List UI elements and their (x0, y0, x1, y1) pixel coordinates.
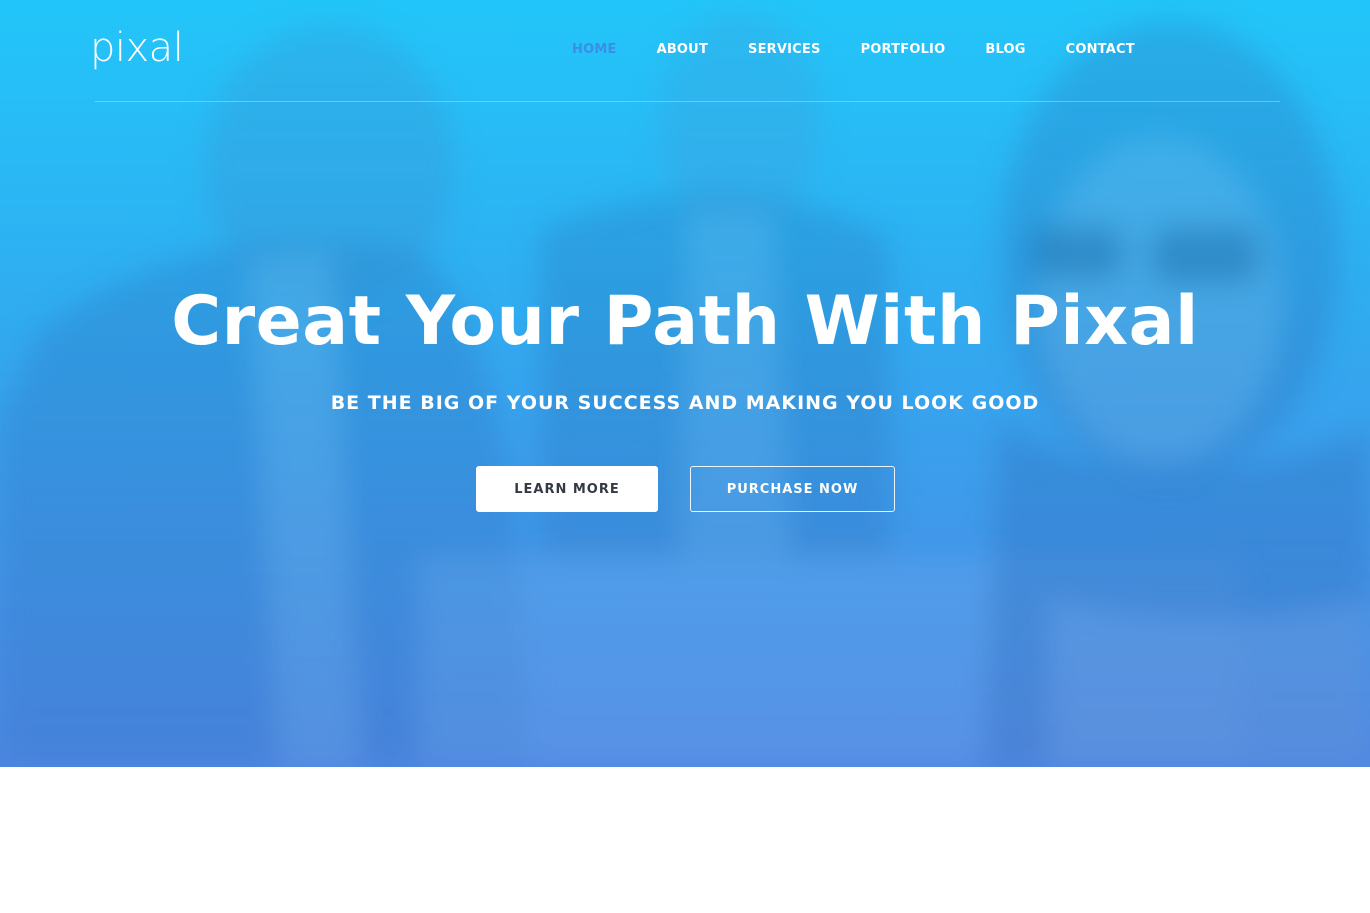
header-divider (95, 101, 1280, 102)
nav-item-contact: CONTACT (1046, 40, 1155, 60)
hero-title: Creat Your Path With Pixal (171, 282, 1199, 361)
nav-list: HOME ABOUT SERVICES PORTFOLIO BLOG CONTA… (552, 40, 1155, 60)
nav-item-services: SERVICES (728, 40, 841, 60)
nav-link-about[interactable]: ABOUT (637, 40, 728, 60)
nav-link-contact[interactable]: CONTACT (1046, 40, 1155, 60)
purchase-now-button[interactable]: PURCHASE NOW (690, 466, 895, 512)
nav-item-home: HOME (552, 40, 637, 60)
nav-link-portfolio[interactable]: PORTFOLIO (841, 40, 966, 60)
content-section (0, 767, 1370, 913)
nav-link-home[interactable]: HOME (552, 40, 637, 60)
nav-item-about: ABOUT (637, 40, 728, 60)
landing-page: pixal HOME ABOUT SERVICES PORTFOLIO BLOG… (0, 0, 1370, 913)
nav-link-blog[interactable]: BLOG (965, 40, 1045, 60)
hero-section: pixal HOME ABOUT SERVICES PORTFOLIO BLOG… (0, 0, 1370, 767)
nav-item-portfolio: PORTFOLIO (841, 40, 966, 60)
site-header: pixal HOME ABOUT SERVICES PORTFOLIO BLOG… (0, 0, 1370, 102)
learn-more-button[interactable]: LEARN MORE (476, 466, 658, 512)
logo[interactable]: pixal (90, 22, 184, 74)
nav-item-blog: BLOG (965, 40, 1045, 60)
nav-link-services[interactable]: SERVICES (728, 40, 841, 60)
hero-color-overlay (0, 0, 1370, 767)
hero-subtitle: BE THE BIG OF YOUR SUCCESS AND MAKING YO… (330, 392, 1040, 414)
